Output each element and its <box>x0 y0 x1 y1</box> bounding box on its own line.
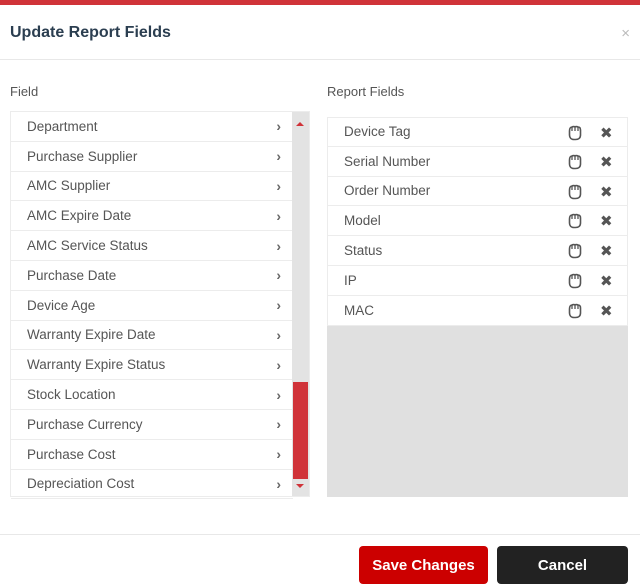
chevron-right-icon[interactable]: › <box>276 357 281 373</box>
scroll-up-arrow-icon[interactable] <box>296 122 304 126</box>
report-fields-label: Report Fields <box>327 84 405 99</box>
field-list-item[interactable]: Warranty Expire Date › <box>11 321 293 351</box>
field-list-item[interactable]: Warranty Expire Status › <box>11 350 293 381</box>
remove-icon[interactable]: ✖ <box>600 183 613 201</box>
report-field-label: Model <box>344 213 381 229</box>
report-field-item[interactable]: Model ✖ <box>327 206 628 237</box>
field-list-item[interactable]: AMC Supplier › <box>11 172 293 202</box>
report-field-item[interactable]: Serial Number ✖ <box>327 146 628 177</box>
report-field-label: MAC <box>344 302 374 318</box>
chevron-right-icon[interactable]: › <box>276 327 281 343</box>
chevron-right-icon[interactable]: › <box>276 178 281 194</box>
chevron-right-icon[interactable]: › <box>276 148 281 164</box>
report-field-item[interactable]: IP ✖ <box>327 265 628 296</box>
chevron-right-icon[interactable]: › <box>276 297 281 313</box>
chevron-right-icon[interactable]: › <box>276 267 281 283</box>
field-item-label: AMC Service Status <box>27 238 148 254</box>
field-item-label: AMC Expire Date <box>27 208 132 224</box>
remove-icon[interactable]: ✖ <box>600 272 613 290</box>
remove-icon[interactable]: ✖ <box>600 242 613 260</box>
report-field-item[interactable]: Device Tag ✖ <box>327 117 628 147</box>
field-list-item[interactable]: Purchase Cost › <box>11 440 293 470</box>
field-label: Field <box>10 84 39 99</box>
chevron-right-icon[interactable]: › <box>276 416 281 432</box>
report-field-item[interactable]: Status ✖ <box>327 236 628 266</box>
chevron-right-icon[interactable]: › <box>276 118 281 134</box>
field-list-item[interactable]: Purchase Currency › <box>11 410 293 440</box>
scrollbar[interactable] <box>292 112 309 496</box>
report-field-item[interactable]: MAC ✖ <box>327 295 628 326</box>
drag-handle-icon[interactable] <box>566 302 584 320</box>
footer-divider <box>0 534 640 535</box>
field-item-label: Purchase Currency <box>27 416 143 432</box>
drag-handle-icon[interactable] <box>566 124 584 142</box>
field-item-label: Purchase Date <box>27 267 117 283</box>
field-list-item[interactable]: Depreciation Cost › <box>11 470 293 500</box>
remove-icon[interactable]: ✖ <box>600 212 613 230</box>
field-item-label: Stock Location <box>27 387 116 403</box>
field-item-label: AMC Supplier <box>27 178 111 194</box>
drag-handle-icon[interactable] <box>566 183 584 201</box>
field-item-label: Warranty Expire Status <box>27 357 166 373</box>
field-item-label: Warranty Expire Date <box>27 327 156 343</box>
chevron-right-icon[interactable]: › <box>276 238 281 254</box>
save-changes-button[interactable]: Save Changes <box>359 546 488 584</box>
field-item-label: Purchase Supplier <box>27 148 138 164</box>
report-field-label: Order Number <box>344 183 431 199</box>
report-field-label: Serial Number <box>344 153 431 169</box>
chevron-right-icon[interactable]: › <box>276 208 281 224</box>
field-list-item[interactable]: Purchase Supplier › <box>11 142 293 172</box>
drag-handle-icon[interactable] <box>566 153 584 171</box>
remove-icon[interactable]: ✖ <box>600 124 613 142</box>
dialog-header: Update Report Fields × <box>0 5 640 60</box>
drag-handle-icon[interactable] <box>566 272 584 290</box>
field-list-item[interactable]: AMC Service Status › <box>11 231 293 261</box>
field-item-label: Department <box>27 118 98 134</box>
chevron-right-icon[interactable]: › <box>276 387 281 403</box>
report-field-label: Status <box>344 243 383 259</box>
cancel-button[interactable]: Cancel <box>497 546 628 584</box>
drag-handle-icon[interactable] <box>566 242 584 260</box>
field-list: Department › Purchase Supplier › AMC Supplie… <box>10 111 310 500</box>
field-list-item[interactable]: Stock Location › <box>11 380 293 410</box>
field-list-item[interactable]: Department › <box>11 112 293 142</box>
remove-icon[interactable]: ✖ <box>600 153 613 171</box>
report-field-item[interactable]: Order Number ✖ <box>327 176 628 207</box>
field-list-item[interactable]: Device Age › <box>11 291 293 321</box>
field-item-label: Purchase Cost <box>27 446 116 462</box>
close-icon[interactable]: × <box>621 25 630 42</box>
field-list-item[interactable]: Purchase Date › <box>11 261 293 291</box>
scroll-thumb[interactable] <box>293 382 308 479</box>
field-list-items: Department › Purchase Supplier › AMC Supplie… <box>11 112 293 500</box>
remove-icon[interactable]: ✖ <box>600 302 613 320</box>
field-list-item[interactable]: AMC Expire Date › <box>11 201 293 232</box>
field-item-label: Device Age <box>27 297 96 313</box>
scroll-down-arrow-icon[interactable] <box>296 484 304 488</box>
report-fields-list: Device Tag ✖ Serial Number ✖ Order Number ✖ Mo… <box>327 117 628 497</box>
report-field-label: Device Tag <box>344 124 411 140</box>
drag-handle-icon[interactable] <box>566 212 584 230</box>
dialog-title: Update Report Fields <box>10 24 171 41</box>
chevron-right-icon[interactable]: › <box>276 476 281 492</box>
field-item-label: Depreciation Cost <box>27 476 135 492</box>
report-field-label: IP <box>344 272 357 288</box>
chevron-right-icon[interactable]: › <box>276 446 281 462</box>
